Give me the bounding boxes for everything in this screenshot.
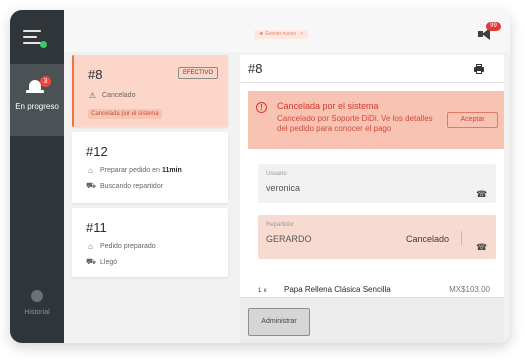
prep-label: Pedido preparado [100,243,156,250]
item-name: Papa Rellena Clásica Sencilla [284,285,391,294]
prep-label: Preparar pedido en [100,167,160,174]
notification-badge: 99 [486,22,501,31]
courier-field: Repartidor GERARDO Cancelado ☎ [258,215,496,259]
nav-item-label: En progreso [15,102,59,111]
courier-status: ⛟ Buscando repartidor [86,181,163,191]
accept-button[interactable]: Aceptar [447,112,498,128]
prep-status: ⌂ Pedido preparado [86,242,156,251]
cancel-banner: ! Cancelada por el sistema Cancelado por… [248,91,504,149]
cancel-note-chip: Cancelada por el sistema [88,109,162,119]
nav-item-in-progress[interactable]: 3 En progreso [10,64,64,136]
order-card-12[interactable]: #12 ⌂ Preparar pedido en 11min ⛟ Buscando r… [72,132,228,203]
order-card-11[interactable]: #11 ⌂ Pedido preparado ⛟ Llegó [72,208,228,277]
order-number: #11 [86,220,107,235]
divider [461,231,462,245]
order-item: 1 x Papa Rellena Clásica Sencilla MX$103… [258,283,490,297]
courier-status-label: Buscando repartidor [100,182,164,190]
scooter-icon: ⛟ [86,257,97,266]
user-name: veronica [266,183,301,193]
courier-status: ⛟ Llegó [86,257,117,267]
detail-footer: Administrar [240,297,504,343]
order-number: #12 [86,144,108,159]
scooter-icon: ⛟ [86,181,97,190]
close-icon[interactable]: × [300,31,303,37]
courier-name: GERARDO [266,234,312,244]
order-card-8[interactable]: #8 EFECTIVO ⚠ Cancelado Cancelada por el … [72,55,228,127]
phone-icon[interactable]: ☎ [476,184,487,199]
top-bar: ★ Evento nuevo × 99 [64,10,510,52]
phone-icon[interactable]: ☎ [476,237,487,252]
warning-icon: ! [256,102,267,113]
banner-title: Cancelada por el sistema [277,101,379,111]
app-window: 3 En progreso Historial ★ Evento nuevo × 9… [10,10,510,343]
prep-time: 11min [161,167,182,174]
sidebar: 3 En progreso Historial [10,10,64,343]
order-status-label: Cancelado [102,92,136,99]
administer-button[interactable]: Administrar [248,308,310,336]
online-status-dot [40,41,47,48]
courier-label: Repartidor [266,222,295,228]
order-detail-panel: #8 ! Cancelada por el sistema Cancelado … [240,55,504,343]
event-chip[interactable]: ★ Evento nuevo × [254,30,308,39]
bag-icon: ⌂ [88,242,93,251]
star-icon: ★ [259,31,264,37]
menu-icon[interactable] [23,28,51,52]
item-price: MX$103.00 [449,285,490,294]
order-number: #8 [88,67,103,82]
printer-icon[interactable] [474,64,484,74]
item-quantity: 1 x [258,288,267,294]
courier-status-label: Llegó [100,258,118,266]
nav-item-history[interactable]: Historial [10,309,64,316]
prep-status: ⌂ Preparar pedido en 11min [86,166,182,175]
payment-badge: EFECTIVO [177,67,218,79]
bag-icon: ⌂ [88,166,93,175]
order-status: ⚠ Cancelado [88,91,136,100]
clock-icon[interactable] [31,290,43,302]
warning-triangle-icon: ⚠ [88,91,97,100]
detail-title: #8 [248,61,263,76]
user-label: Usuario [266,171,287,177]
user-field: Usuario veronica ☎ [258,164,496,203]
detail-header: #8 [240,55,504,83]
in-progress-count-badge: 3 [40,76,51,87]
banner-text: Cancelado por Soporte DiDi. Ve los detal… [277,114,433,133]
event-chip-label: Evento nuevo [265,31,297,37]
courier-status: Cancelado [406,234,450,244]
